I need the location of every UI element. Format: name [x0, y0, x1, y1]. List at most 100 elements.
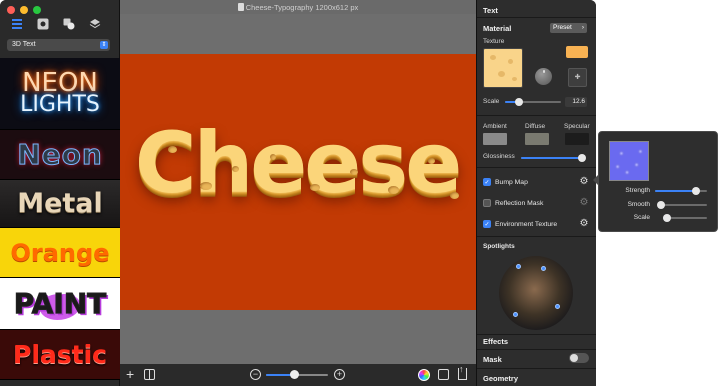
- ambient-color-well[interactable]: [483, 133, 507, 145]
- cheese-hole: [168, 146, 177, 153]
- texture-tint-color-well[interactable]: [566, 46, 588, 58]
- mask-toggle[interactable]: [569, 353, 589, 363]
- cheese-hole: [350, 169, 358, 175]
- diffuse-color-well[interactable]: [525, 133, 549, 145]
- close-window-button[interactable]: [7, 6, 15, 14]
- zoom-slider-knob[interactable]: [289, 370, 299, 379]
- spotlight-handle[interactable]: [541, 266, 546, 271]
- slider-knob[interactable]: [663, 214, 672, 222]
- slider-fill: [521, 157, 582, 159]
- zoom-out-icon[interactable]: −: [250, 369, 261, 380]
- cheese-3d-text[interactable]: Cheese: [122, 114, 472, 212]
- effects-title[interactable]: Effects: [483, 337, 508, 346]
- divider: [477, 115, 596, 116]
- preset-metal[interactable]: Metal: [0, 180, 120, 228]
- spotlights-sphere[interactable]: [499, 256, 573, 330]
- preset-label: Plastic: [13, 340, 107, 369]
- preset-paint[interactable]: PAINT: [0, 278, 120, 330]
- spotlight-handle[interactable]: [516, 264, 521, 269]
- slider-knob[interactable]: [691, 187, 700, 195]
- zoom-in-icon[interactable]: +: [334, 369, 345, 380]
- mask-title: Mask: [483, 355, 502, 364]
- inspector-panel: Text Material Preset › Texture ✚ Scale 1…: [476, 0, 596, 386]
- canvas-margin-bottom: [120, 310, 476, 364]
- share-icon[interactable]: [458, 364, 467, 380]
- strength-slider[interactable]: [655, 187, 707, 195]
- scale-label: Scale: [483, 98, 500, 105]
- material-title: Material: [483, 24, 512, 33]
- reflection-mask-checkbox[interactable]: [483, 199, 491, 207]
- material-preset-button[interactable]: Preset ›: [550, 23, 587, 33]
- preset-plastic[interactable]: Plastic: [0, 330, 120, 380]
- chevron-right-icon: ›: [581, 24, 584, 31]
- slider-knob[interactable]: [577, 154, 586, 162]
- texture-swatch[interactable]: [483, 48, 523, 88]
- slider-fill: [655, 190, 696, 192]
- preset-neon[interactable]: Neon: [0, 130, 120, 180]
- add-layer-button[interactable]: +: [126, 367, 134, 381]
- color-wheel-icon[interactable]: [418, 369, 430, 381]
- preset-label: Orange: [10, 238, 110, 267]
- slider-knob[interactable]: [515, 98, 523, 106]
- category-dropdown-value: 3D Text: [12, 41, 36, 48]
- bump-map-checkbox[interactable]: ✓: [483, 178, 491, 186]
- bump-map-texture-swatch[interactable]: [609, 141, 649, 181]
- document-icon: [237, 3, 244, 11]
- preset-orange[interactable]: Orange: [0, 228, 120, 278]
- popover-scale-label: Scale: [633, 214, 650, 221]
- specular-color-well[interactable]: [565, 133, 589, 145]
- spotlight-handle[interactable]: [555, 304, 560, 309]
- diffuse-label: Diffuse: [525, 123, 546, 130]
- environment-texture-checkbox[interactable]: ✓: [483, 220, 491, 228]
- bump-map-label: Bump Map: [495, 178, 528, 186]
- popover-scale-slider[interactable]: [663, 214, 707, 222]
- layers-icon[interactable]: [88, 17, 102, 31]
- slider-knob[interactable]: [657, 201, 666, 209]
- window-title: Cheese-Typography 1200x612 px: [245, 3, 359, 12]
- fit-to-screen-icon[interactable]: [438, 369, 449, 380]
- preset-label: NEON: [22, 67, 98, 98]
- texture-options-button[interactable]: ✚: [568, 68, 587, 87]
- layout-icon[interactable]: [144, 369, 155, 380]
- gear-icon[interactable]: [36, 17, 50, 31]
- preset-label: Neon: [17, 138, 103, 172]
- divider: [477, 334, 596, 335]
- divider: [477, 368, 596, 369]
- smooth-slider[interactable]: [657, 201, 707, 209]
- section-text-title: Text: [483, 6, 498, 15]
- canvas-bottom-toolbar: + − +: [120, 364, 476, 386]
- minimize-window-button[interactable]: [20, 6, 28, 14]
- shapes-icon[interactable]: [62, 17, 76, 31]
- texture-label: Texture: [483, 38, 505, 45]
- cheese-hole: [232, 166, 239, 172]
- geometry-title[interactable]: Geometry: [483, 374, 518, 383]
- divider: [477, 167, 596, 168]
- divider: [477, 349, 596, 350]
- texture-scale-slider[interactable]: [505, 98, 561, 106]
- window-controls: [7, 6, 41, 14]
- preset-list: NEON LIGHTS Neon Metal Orange PAINT Plas…: [0, 58, 120, 380]
- bump-map-settings-icon[interactable]: ⚙: [579, 177, 589, 187]
- canvas-stage[interactable]: Cheese: [120, 54, 476, 310]
- preset-label: PAINT: [13, 287, 107, 321]
- preset-neon-lights[interactable]: NEON LIGHTS: [0, 58, 120, 130]
- category-dropdown[interactable]: 3D Text ⇕: [7, 39, 110, 51]
- specular-label: Specular: [564, 123, 590, 130]
- spotlight-handle[interactable]: [513, 312, 518, 317]
- environment-texture-label: Environment Texture: [495, 220, 558, 228]
- zoom-window-button[interactable]: [33, 6, 41, 14]
- glossiness-slider[interactable]: [521, 154, 586, 162]
- list-icon[interactable]: [10, 17, 24, 31]
- canvas-margin-top: [120, 14, 476, 54]
- preset-label: LIGHTS: [20, 91, 100, 117]
- reflection-mask-settings-icon[interactable]: ⚙: [579, 198, 589, 208]
- texture-rotation-knob[interactable]: [535, 68, 552, 85]
- ambient-label: Ambient: [483, 123, 507, 130]
- reflection-mask-label: Reflection Mask: [495, 199, 544, 207]
- zoom-slider[interactable]: [266, 370, 328, 379]
- cheese-hole: [450, 192, 459, 199]
- environment-texture-settings-icon[interactable]: ⚙: [579, 219, 589, 229]
- cheese-hole: [388, 186, 399, 194]
- scale-value-field[interactable]: 12.6: [565, 97, 587, 107]
- smooth-label: Smooth: [627, 201, 650, 208]
